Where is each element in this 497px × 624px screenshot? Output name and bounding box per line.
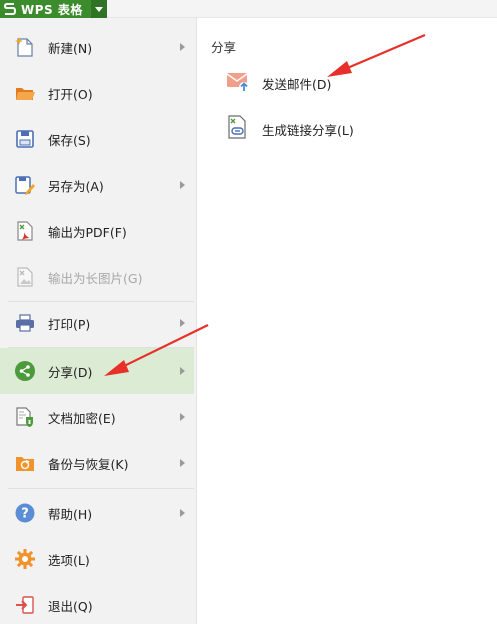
menu-item-exit[interactable]: 退出(Q)	[0, 582, 194, 624]
menu-item-label: 退出(Q)	[48, 598, 93, 614]
menu-item-help[interactable]: ? 帮助(H)	[0, 490, 194, 536]
menu-item-label: 打印(P)	[48, 316, 91, 332]
menu-item-backup[interactable]: 备份与恢复(K)	[0, 440, 194, 486]
chevron-down-icon[interactable]	[91, 0, 107, 18]
chevron-right-icon	[180, 413, 185, 421]
submenu-item-label: 生成链接分享(L)	[262, 123, 354, 138]
image-export-icon	[14, 266, 36, 288]
menu-item-label: 备份与恢复(K)	[48, 456, 129, 472]
app-title: WPS 表格	[21, 2, 83, 17]
menu-separator	[8, 488, 194, 489]
menu-item-new[interactable]: 新建(N)	[0, 24, 194, 70]
menu-item-label: 另存为(A)	[48, 178, 104, 194]
save-icon	[14, 128, 36, 150]
exit-icon	[14, 594, 36, 616]
menu-item-label: 分享(D)	[48, 364, 93, 380]
panel-divider	[196, 18, 197, 624]
menu-item-export-image: 输出为长图片(G)	[0, 254, 194, 300]
email-icon	[225, 68, 251, 94]
menu-item-label: 输出为PDF(F)	[48, 224, 127, 240]
chevron-right-icon	[180, 43, 185, 51]
menu-item-open[interactable]: 打开(O)	[0, 70, 194, 116]
submenu-item-send-email[interactable]: 发送邮件(D)	[205, 62, 490, 102]
menu-item-label: 选项(L)	[48, 552, 90, 568]
menu-item-save[interactable]: 保存(S)	[0, 116, 194, 162]
wps-app-menu-button[interactable]: WPS 表格	[0, 0, 107, 18]
menu-item-label: 文档加密(E)	[48, 410, 116, 426]
menu-item-label: 帮助(H)	[48, 506, 93, 522]
wps-logo-icon	[3, 2, 17, 16]
gear-icon	[14, 548, 36, 570]
menu-item-export-pdf[interactable]: 输出为PDF(F)	[0, 208, 194, 254]
menu-item-encrypt[interactable]: 文档加密(E)	[0, 394, 194, 440]
pdf-icon	[14, 220, 36, 242]
save-as-icon	[14, 174, 36, 196]
menu-item-options[interactable]: 选项(L)	[0, 536, 194, 582]
share-icon	[14, 360, 36, 382]
chevron-right-icon	[180, 509, 185, 517]
menu-item-share[interactable]: 分享(D)	[0, 348, 194, 394]
menu-item-label: 输出为长图片(G)	[48, 270, 143, 286]
submenu-item-share-link[interactable]: 生成链接分享(L)	[205, 108, 490, 148]
link-share-icon	[225, 114, 251, 140]
chevron-right-icon	[180, 319, 185, 327]
chevron-right-icon	[180, 459, 185, 467]
chevron-right-icon	[180, 367, 185, 375]
menu-item-label: 新建(N)	[48, 40, 93, 56]
svg-text:?: ?	[21, 507, 29, 522]
menu-item-print[interactable]: 打印(P)	[0, 300, 194, 346]
new-document-icon	[14, 36, 36, 58]
submenu-item-label: 发送邮件(D)	[262, 77, 332, 92]
printer-icon	[14, 312, 36, 334]
help-icon: ?	[14, 502, 36, 524]
menu-item-label: 打开(O)	[48, 86, 93, 102]
submenu-title: 分享	[211, 40, 237, 55]
menu-item-save-as[interactable]: 另存为(A)	[0, 162, 194, 208]
document-lock-icon	[14, 406, 36, 428]
folder-open-icon	[14, 82, 36, 104]
backup-folder-icon	[14, 452, 36, 474]
menu-item-label: 保存(S)	[48, 132, 91, 148]
chevron-right-icon	[180, 181, 185, 189]
